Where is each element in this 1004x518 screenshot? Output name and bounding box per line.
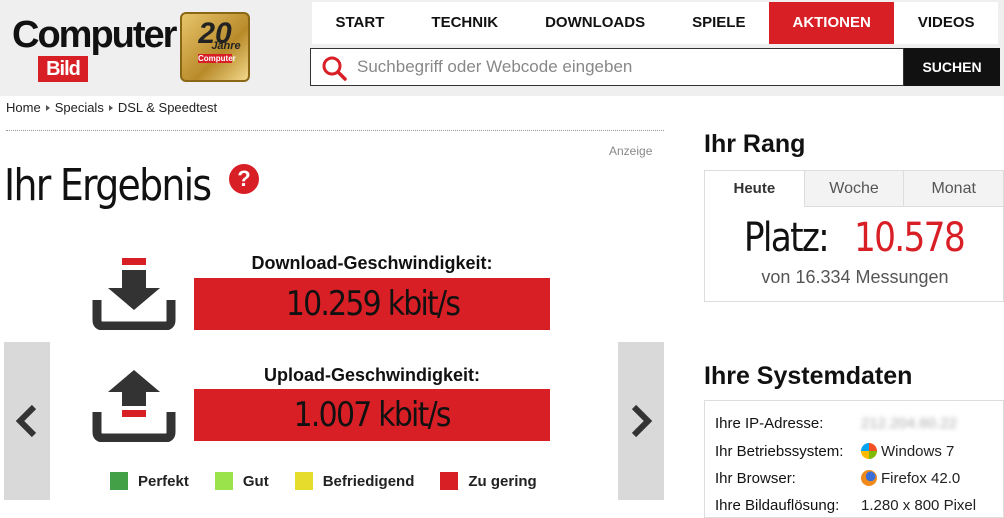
rank-tabs: Heute Woche Monat [705,171,1004,207]
computerbild-logo[interactable]: Computer Bild [8,12,177,84]
legend-swatch [294,472,313,490]
magnifier-icon [322,56,347,81]
system-row-browser: Ihr Browser: Firefox 42.0 [715,470,1004,487]
upload-tray-icon [92,370,176,442]
windows-logo-icon [861,443,877,459]
breadcrumb-arrow-icon [45,104,50,111]
download-value-text: 10.259 kbit/s [285,284,460,324]
rank-panel: Heute Woche Monat Platz: 10.578 von 16.3… [704,170,1004,302]
nav-item-downloads[interactable]: DOWNLOADS [522,2,669,44]
page-title: Ihr Ergebnis [4,160,212,211]
legend-label: Gut [242,472,269,490]
resolution-value: 1.280 x 800 Pixel [861,497,977,514]
legend-swatch [214,472,233,490]
breadcrumb: Home Specials DSL & Speedtest [6,100,217,115]
browser-value: Firefox 42.0 [881,470,961,487]
nav-item-technik[interactable]: TECHNIK [408,2,522,44]
legend-item-perfekt: Perfekt [110,472,189,490]
anniversary-badge: 20 Jahre Computer [180,12,250,82]
system-key: Ihre IP-Adresse: [715,415,824,432]
legend-item-gut: Gut [214,472,269,490]
rank-place-label: Platz: [743,215,830,261]
tab-heute[interactable]: Heute [705,171,804,207]
logo-word-bild: Bild [38,56,88,82]
download-label: Download-Geschwindigkeit: [251,253,493,273]
rank-place-value: 10.578 [854,215,966,261]
main-nav: START TECHNIK DOWNLOADS SPIELE AKTIONEN … [312,2,998,44]
tab-monat[interactable]: Monat [903,171,1004,207]
system-heading: Ihre Systemdaten [704,362,913,390]
breadcrumb-arrow-icon [108,104,113,111]
download-tray-icon [92,258,176,330]
system-panel: Ihre IP-Adresse: 212.204.60.22 Ihr Betrie… [704,400,1004,518]
help-icon[interactable]: ? [229,164,259,194]
legend-item-zu-gering: Zu gering [440,472,537,490]
legend-label: Befriedigend [322,472,415,490]
breadcrumb-specials[interactable]: Specials [55,100,104,115]
rank-heading: Ihr Rang [704,130,806,158]
chevron-right-icon [631,404,653,438]
nav-item-start[interactable]: START [312,2,408,44]
breadcrumb-current[interactable]: DSL & Speedtest [118,100,217,115]
search-bar [310,48,904,86]
system-key: Ihr Betriebssystem: [715,443,844,460]
next-button[interactable] [618,342,664,500]
legend-swatch [440,472,459,490]
download-value: 10.259 kbit/s [194,278,550,330]
badge-sub: Computer [198,54,236,63]
nav-item-videos[interactable]: VIDEOS [894,2,998,44]
system-row-os: Ihr Betriebssystem: Windows 7 [715,443,1004,460]
badge-word: Jahre [211,40,241,52]
upload-label: Upload-Geschwindigkeit: [263,365,481,385]
firefox-logo-icon [861,470,877,486]
prev-button[interactable] [4,342,50,500]
legend-label: Perfekt [138,472,189,490]
search-button[interactable]: SUCHEN [904,48,1000,86]
rank-subtitle: von 16.334 Messungen [761,267,949,287]
system-key: Ihr Browser: [715,470,796,487]
search-input[interactable] [357,49,897,85]
tab-woche[interactable]: Woche [803,171,904,207]
chevron-left-icon [15,404,37,438]
system-row-ip: Ihre IP-Adresse: 212.204.60.22 [715,415,1004,432]
site-header: Computer Bild 20 Jahre Computer START TE… [0,0,1004,96]
ip-value: 212.204.60.22 [861,415,957,432]
system-row-resolution: Ihre Bildauflösung: 1.280 x 800 Pixel [715,497,1004,514]
system-key: Ihre Bildauflösung: [715,497,840,514]
legend-item-befriedigend: Befriedigend [294,472,415,490]
rank-place: Platz: 10.578 [705,215,1004,261]
nav-item-aktionen[interactable]: AKTIONEN [768,2,895,44]
upload-value: 1.007 kbit/s [194,389,550,441]
speed-legend: Perfekt Gut Befriedigend Zu gering [110,472,563,490]
logo-word-computer: Computer [12,14,177,56]
dotted-divider [6,130,664,131]
os-value: Windows 7 [881,443,955,460]
ad-label: Anzeige [609,144,653,158]
legend-label: Zu gering [468,472,537,490]
nav-item-spiele[interactable]: SPIELE [669,2,769,44]
legend-swatch [110,472,128,490]
breadcrumb-home[interactable]: Home [6,100,41,115]
upload-value-text: 1.007 kbit/s [293,395,452,435]
